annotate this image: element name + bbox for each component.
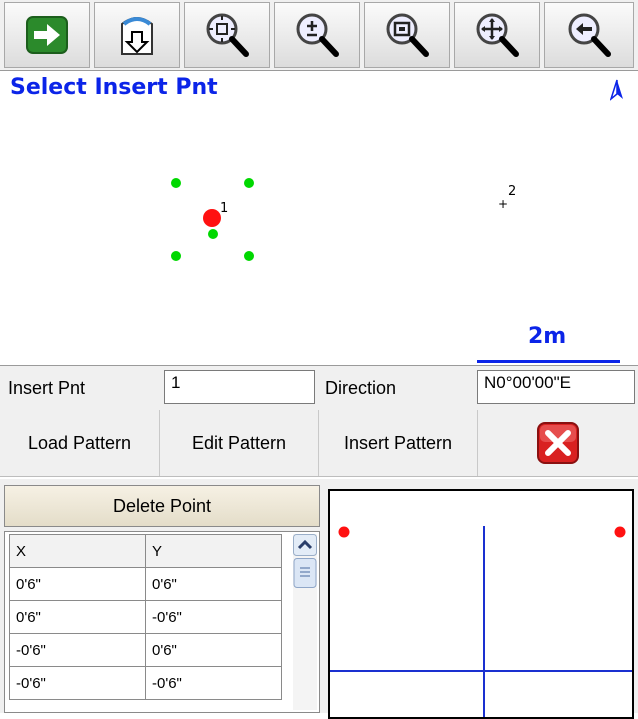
pattern-point-marker	[171, 251, 181, 261]
insert-pnt-label: Insert Pnt	[8, 378, 86, 398]
zoom-previous-button[interactable]	[544, 2, 634, 68]
pattern-point-marker	[244, 251, 254, 261]
table-row[interactable]: -0'6" -0'6"	[9, 666, 282, 700]
insert-point-marker[interactable]	[203, 209, 221, 227]
table-cell-x[interactable]: -0'6"	[9, 666, 146, 700]
table-row[interactable]: 0'6" -0'6"	[9, 600, 282, 634]
table-cell-x[interactable]: 0'6"	[9, 600, 146, 634]
load-pattern-button[interactable]: Load Pattern	[0, 410, 160, 476]
scroll-thumb[interactable]	[293, 558, 317, 588]
point-1-label: 1	[220, 201, 229, 216]
column-header-x[interactable]: X	[9, 534, 146, 568]
toolbar	[0, 0, 638, 70]
zoom-extents-button[interactable]	[184, 2, 270, 68]
direction-label: Direction	[325, 378, 397, 398]
table-cell-y[interactable]: -0'6"	[145, 666, 282, 700]
pattern-points-table: X Y 0'6" 0'6" 0'6" -0'6" -0'6" 0'6" -0'6…	[4, 531, 320, 713]
pan-icon	[476, 13, 519, 57]
table-cell-y[interactable]: -0'6"	[145, 600, 282, 634]
zoom-previous-icon	[568, 13, 611, 57]
zoom-window-button[interactable]	[364, 2, 450, 68]
exit-button[interactable]	[4, 2, 90, 68]
scroll-up-icon[interactable]	[293, 534, 317, 556]
map-title: Select Insert Pnt	[10, 75, 218, 100]
download-button[interactable]	[94, 2, 180, 68]
scale-bar	[477, 360, 620, 363]
pattern-preview	[328, 489, 634, 719]
column-header-y[interactable]: Y	[145, 534, 282, 568]
north-arrow-icon	[610, 79, 623, 101]
pan-button[interactable]	[454, 2, 540, 68]
delete-point-button[interactable]: Delete Point	[4, 485, 320, 527]
pattern-point-marker	[208, 229, 218, 239]
table-cell-x[interactable]: 0'6"	[9, 567, 146, 601]
scale-label: 2m	[528, 324, 567, 349]
pattern-buttons-row: Load Pattern Edit Pattern Insert Pattern	[0, 410, 638, 477]
zoom-in-out-button[interactable]	[274, 2, 360, 68]
insert-fields-row: Insert Pnt 1 Direction N0°00'00"E	[0, 366, 638, 410]
table-row[interactable]: -0'6" 0'6"	[9, 633, 282, 667]
table-cell-y[interactable]: 0'6"	[145, 633, 282, 667]
point-2-label: 2	[508, 184, 517, 199]
point-2-marker[interactable]: +	[498, 197, 508, 211]
pattern-point-marker	[171, 178, 181, 188]
edit-pattern-button[interactable]: Edit Pattern	[160, 410, 319, 476]
close-icon	[537, 422, 579, 464]
table-cell-y[interactable]: 0'6"	[145, 567, 282, 601]
pattern-point-marker	[244, 178, 254, 188]
insert-pattern-button[interactable]: Insert Pattern	[319, 410, 478, 476]
table-cell-x[interactable]: -0'6"	[9, 633, 146, 667]
table-row[interactable]: 0'6" 0'6"	[9, 567, 282, 601]
pattern-editor-panel: Delete Point X Y 0'6" 0'6" 0'6" -0'6" -0…	[0, 479, 638, 719]
direction-input[interactable]: N0°00'00"E	[477, 370, 635, 404]
map-canvas[interactable]: Select Insert Pnt 1 + 2 2m	[0, 70, 638, 366]
vertical-scrollbar[interactable]	[293, 534, 317, 710]
pattern-preview-canvas	[330, 526, 632, 717]
zoom-in-out-icon	[296, 13, 339, 57]
zoom-window-icon	[386, 13, 429, 57]
insert-pnt-input[interactable]: 1	[164, 370, 315, 404]
download-icon	[121, 17, 153, 55]
close-button[interactable]	[478, 410, 638, 476]
exit-arrow-icon	[26, 16, 68, 54]
zoom-extents-icon	[206, 13, 249, 57]
